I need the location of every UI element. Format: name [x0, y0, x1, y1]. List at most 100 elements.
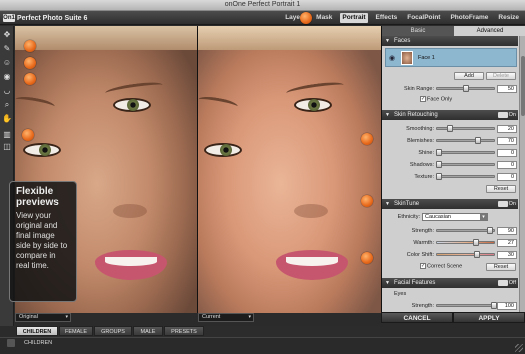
window-resize-grip[interactable]: [515, 344, 523, 352]
panel-scrollbar[interactable]: [519, 36, 525, 312]
slider-knob[interactable]: [447, 125, 453, 132]
slider-knob[interactable]: [463, 85, 469, 92]
texture-value[interactable]: 0: [497, 173, 517, 181]
correct-scene-checkbox[interactable]: ✓ Correct Scene: [420, 263, 462, 269]
eye-tool-icon[interactable]: ◉: [2, 72, 12, 81]
left-view-select[interactable]: Original ▾: [15, 313, 71, 322]
eyes-strength-row: Strength: 100: [384, 301, 518, 311]
apply-button[interactable]: APPLY: [453, 312, 525, 323]
toggle-switch-icon: [497, 279, 508, 286]
shine-value[interactable]: 0: [497, 149, 517, 157]
slider-knob[interactable]: [436, 149, 442, 156]
facial-features-toggle[interactable]: Off: [497, 279, 516, 287]
skintune-toggle[interactable]: On: [497, 200, 516, 208]
nav-photoframe[interactable]: PhotoFrame: [448, 13, 490, 23]
move-tool-icon[interactable]: ✥: [2, 30, 12, 39]
chevron-down-icon: ▾: [480, 213, 487, 221]
face-marker-icon[interactable]: [22, 129, 34, 141]
nav-resize[interactable]: Resize: [496, 13, 521, 23]
face-marker-icon[interactable]: [361, 252, 373, 264]
tab-basic[interactable]: Basic: [382, 26, 454, 36]
face-marker-icon[interactable]: [24, 40, 36, 52]
slider-knob[interactable]: [474, 251, 480, 258]
nav-focalpoint[interactable]: FocalPoint: [405, 13, 442, 23]
color-shift-label: Color Shift:: [406, 252, 434, 258]
slider-knob[interactable]: [436, 173, 442, 180]
tab-presets[interactable]: PRESETS: [164, 326, 204, 336]
face-marker-icon[interactable]: [24, 73, 36, 85]
blemishes-value[interactable]: 70: [497, 137, 517, 145]
scrollbar-thumb[interactable]: [521, 56, 525, 116]
face-marker-icon[interactable]: [300, 12, 312, 24]
slider-knob[interactable]: [436, 161, 442, 168]
add-face-button[interactable]: Add: [454, 72, 484, 80]
texture-slider[interactable]: [436, 173, 495, 180]
nose: [294, 204, 328, 218]
smoothing-slider[interactable]: [436, 125, 495, 132]
split-view-icon[interactable]: ◫: [2, 142, 12, 151]
faces-section-header[interactable]: ▼ Faces: [382, 36, 518, 46]
window-title: onOne Perfect Portrait 1: [224, 1, 301, 8]
tab-female[interactable]: FEMALE: [59, 326, 93, 336]
face-only-checkbox[interactable]: ✓ Face Only: [420, 96, 452, 102]
tab-groups[interactable]: GROUPS: [94, 326, 132, 336]
checkbox-checked-icon: ✓: [420, 263, 426, 269]
tab-children[interactable]: CHILDREN: [16, 326, 58, 336]
shadows-slider[interactable]: [436, 161, 495, 168]
delete-face-button[interactable]: Delete: [486, 72, 516, 80]
smoothing-value[interactable]: 20: [497, 125, 517, 133]
disclosure-triangle-icon: ▼: [385, 38, 390, 44]
tab-advanced[interactable]: Advanced: [454, 26, 525, 36]
skintune-section-header[interactable]: ▼ SkinTune On: [382, 199, 518, 209]
mouth-tool-icon[interactable]: ◡: [2, 86, 12, 95]
toggle-label: On: [508, 112, 516, 118]
toggle-label: Off: [508, 280, 516, 286]
reset-skintune-button[interactable]: Reset: [486, 263, 516, 271]
face-list-item[interactable]: ◉ Face 1: [385, 48, 517, 67]
facial-features-section-header[interactable]: ▼ Facial Features Off: [382, 278, 518, 288]
face-marker-icon[interactable]: [24, 57, 36, 69]
reset-retouching-button[interactable]: Reset: [486, 185, 516, 193]
face-marker-icon[interactable]: [361, 195, 373, 207]
brush-tool-icon[interactable]: ✎: [2, 44, 12, 53]
cancel-button[interactable]: CANCEL: [381, 312, 453, 323]
shine-slider[interactable]: [436, 149, 495, 156]
color-shift-slider[interactable]: [436, 251, 495, 258]
blemishes-row: Blemishes: 70: [384, 136, 518, 146]
right-view-select[interactable]: Current ▾: [198, 313, 254, 322]
warmth-slider[interactable]: [436, 239, 495, 246]
color-shift-value[interactable]: 30: [497, 251, 517, 259]
nav-mask[interactable]: Mask: [314, 13, 334, 23]
ethnicity-select[interactable]: Caucasian ▾: [422, 213, 488, 221]
zoom-tool-icon[interactable]: ⌕: [2, 100, 12, 109]
face-marker-icon[interactable]: [361, 133, 373, 145]
nav-portrait[interactable]: Portrait: [340, 13, 368, 23]
current-preview[interactable]: [198, 26, 381, 313]
eyes-strength-value[interactable]: 100: [497, 302, 517, 310]
slider-knob[interactable]: [473, 239, 479, 246]
warmth-value[interactable]: 27: [497, 239, 517, 247]
visibility-eye-icon[interactable]: ◉: [389, 54, 395, 62]
face-tool-icon[interactable]: ☺: [2, 58, 12, 67]
lips: [95, 250, 167, 280]
skin-range-value[interactable]: 50: [497, 85, 517, 93]
blemishes-slider[interactable]: [436, 137, 495, 144]
eye: [23, 143, 61, 157]
skin-retouching-toggle[interactable]: On: [497, 111, 516, 119]
compare-view-icon[interactable]: ▥: [2, 130, 12, 139]
shadows-value[interactable]: 0: [497, 161, 517, 169]
tab-male[interactable]: MALE: [133, 326, 163, 336]
nav-effects[interactable]: Effects: [374, 13, 400, 23]
skin-range-slider[interactable]: [436, 85, 495, 92]
hand-tool-icon[interactable]: ✋: [2, 114, 12, 123]
facial-features-title: Facial Features: [394, 280, 436, 286]
slider-knob[interactable]: [487, 227, 493, 234]
skin-range-row: Skin Range: 50: [384, 84, 518, 94]
collapse-toggle[interactable]: [7, 339, 15, 347]
eyes-strength-slider[interactable]: [436, 302, 497, 309]
strength-slider[interactable]: [436, 227, 495, 234]
slider-knob[interactable]: [475, 137, 481, 144]
strength-label: Strength:: [411, 228, 434, 234]
strength-value[interactable]: 90: [497, 227, 517, 235]
skin-retouching-section-header[interactable]: ▼ Skin Retouching On: [382, 110, 518, 120]
